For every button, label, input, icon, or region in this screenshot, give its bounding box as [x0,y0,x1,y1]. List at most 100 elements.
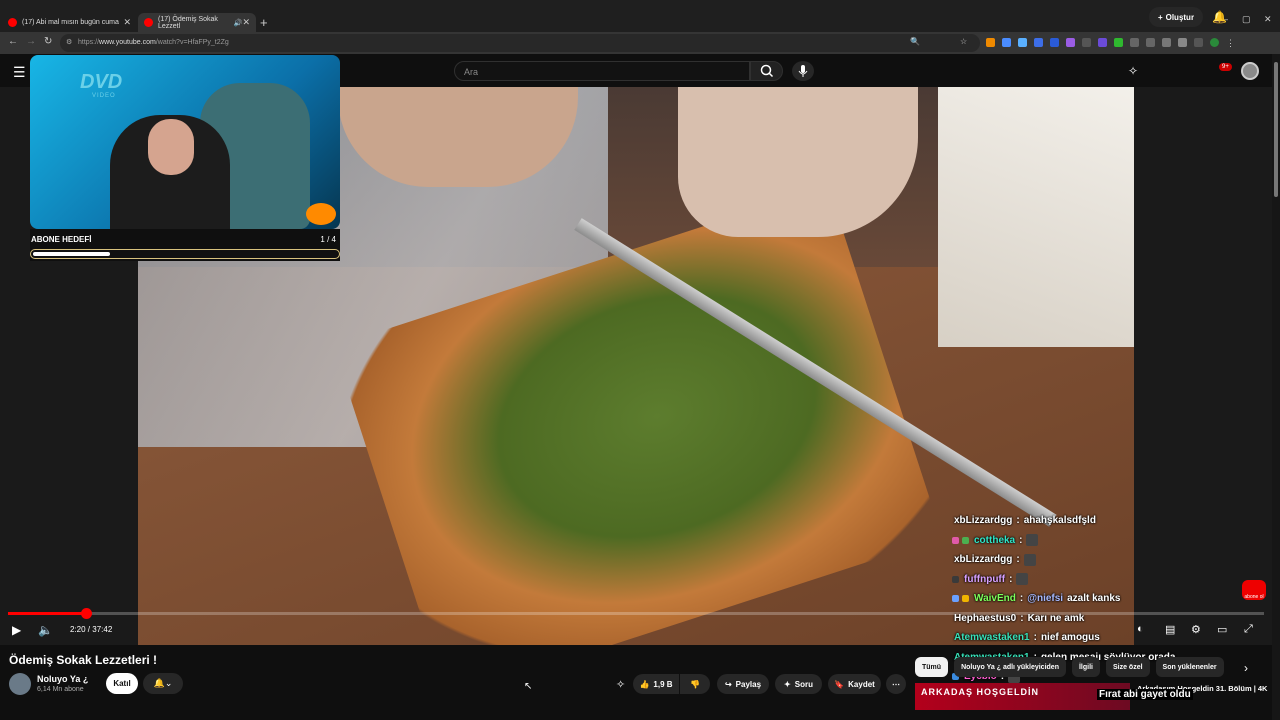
filter-chip[interactable]: Tümü [915,657,949,677]
url-bar[interactable]: ⚙ https://www.youtube.com/watch?v=HfaFPy… [60,34,980,52]
tab-close-icon[interactable]: ✕ [242,17,250,28]
like-button[interactable]: 👍 1,9 B [633,674,679,694]
chat-separator: : [1009,573,1013,585]
chat-separator: : [1019,593,1024,605]
extension-icon[interactable] [1082,38,1091,47]
new-tab-icon[interactable]: + [260,15,268,30]
channel-name[interactable]: Noluyo Ya ¿ [37,674,88,684]
extension-icon[interactable] [986,38,995,47]
search-placeholder: Ara [464,67,479,77]
chat-separator: : [1019,534,1023,546]
extension-icon[interactable] [1050,38,1059,47]
more-actions-button[interactable]: ⋯ [886,674,906,694]
search-icon [760,64,774,78]
speaker-icon[interactable]: 🔊 [234,19,243,27]
progress-scrubber[interactable] [80,608,92,619]
extension-icon[interactable] [1146,38,1155,47]
forward-icon[interactable]: → [26,36,36,47]
scroll-thumb[interactable] [1274,62,1278,197]
browser-tab-bar: (17) Abi mal mısın bugün cuma ✕ (17) Öde… [0,0,1280,32]
chat-username: WaivEnd [974,593,1016,605]
thanks-icon[interactable]: ✧ [616,678,625,691]
extension-icon[interactable] [1034,38,1043,47]
extension-icon[interactable] [1098,38,1107,47]
subscribe-watermark[interactable]: abone ol [1242,580,1266,600]
extension-icon[interactable] [1018,38,1027,47]
create-label: Oluştur [1165,12,1195,22]
extension-icon[interactable] [1130,38,1139,47]
filter-chip[interactable]: İlgili [1071,657,1100,677]
settings-gear-icon[interactable]: ⚙ [1191,623,1201,636]
downloads-icon[interactable] [1194,38,1203,47]
notifications-bell-icon[interactable]: 🔔 [1212,10,1227,24]
extension-icon[interactable] [1114,38,1123,47]
youtube-favicon-icon [8,18,17,27]
subscriber-count: 6,14 Mn abone [37,686,84,693]
filter-chip[interactable]: Son yüklenenler [1155,657,1224,677]
extension-icon[interactable] [1002,38,1011,47]
maximize-icon[interactable]: ▢ [1242,14,1251,25]
chat-emote-icon [1023,553,1036,566]
chat-username: fuffnpuff [964,573,1006,585]
notification-settings-button[interactable]: 🔔 ⌄ [143,673,183,694]
dislike-button[interactable]: 👎 [680,674,710,694]
gift-icon[interactable]: ✧ [1128,64,1138,78]
streamer-head [148,119,194,175]
chat-username: cottheka [974,534,1016,546]
chat-message: fuffnpuff: [952,570,1272,590]
user-avatar[interactable] [1241,62,1259,80]
dvd-logo-sub: VIDEO [92,93,116,99]
subtitles-icon[interactable]: ▤ [1165,623,1175,636]
browser-menu-icon[interactable]: ⋮ [1226,38,1235,49]
voice-search-button[interactable] [792,61,814,81]
profile-icon[interactable] [1210,38,1219,47]
fullscreen-icon[interactable]: ⤢ [1244,623,1253,636]
window-close-icon[interactable]: ✕ [1264,14,1272,25]
back-icon[interactable]: ← [8,36,18,47]
goal-label: ABONE HEDEFİ [31,235,92,244]
like-count: 1,9 B [653,679,673,689]
join-button[interactable]: Katıl [106,673,138,694]
filter-chip[interactable]: Size özel [1105,657,1150,677]
duration: 37:42 [92,625,113,634]
page-scrollbar[interactable] [1272,54,1280,720]
progress-bar[interactable] [8,608,1264,619]
browser-tab[interactable]: (17) Abi mal mısın bugün cuma ✕ [2,13,137,32]
filter-chip[interactable]: Noluyo Ya ¿ adlı yükleyiciden [954,657,1066,677]
share-button[interactable]: ↪ Paylaş [717,674,769,694]
microphone-icon [798,65,808,77]
miniplayer-icon[interactable]: ▭ [1217,623,1227,636]
ask-label: Soru [794,679,813,689]
browser-tab-active[interactable]: (17) Ödemiş Sokak Lezzetl 🔊 ✕ [138,13,256,32]
extension-icon[interactable] [1162,38,1171,47]
chat-text: ahahşkalsdfşld [1023,515,1096,527]
create-button[interactable]: + Oluştur [1149,7,1203,27]
search-button[interactable] [750,61,783,81]
search-input[interactable]: Ara [454,61,750,81]
current-time: 2:20 [70,625,86,634]
save-label: Kaydet [848,679,875,689]
chat-message: cottheka: [952,531,1272,551]
bookmark-icon: 🔖 [834,679,845,689]
site-info-icon[interactable]: ⚙ [66,38,72,46]
chevron-right-icon[interactable]: › [1244,661,1248,675]
zoom-icon[interactable]: 🔍 [910,37,920,46]
tab-close-icon[interactable]: ✕ [123,17,131,28]
share-label: Paylaş [735,679,762,689]
hand [678,87,918,237]
extensions-puzzle-icon[interactable] [1178,38,1187,47]
channel-avatar[interactable] [9,673,31,695]
url-text[interactable]: https://www.youtube.com/watch?v=HfaFPy_t… [78,39,229,46]
progress-bar-played [8,612,86,615]
hamburger-menu-icon[interactable]: ☰ [13,64,26,81]
chat-username: xbLizzardgg [954,515,1013,527]
volume-icon[interactable]: 🔈 [38,623,53,637]
reload-icon[interactable]: ↻ [44,36,52,47]
bookmark-star-icon[interactable]: ☆ [960,37,967,46]
extension-icon[interactable] [1066,38,1075,47]
ask-button[interactable]: ✦ Soru [775,674,822,694]
plus-icon: + [1157,12,1163,22]
play-icon[interactable]: ▶ [12,623,21,637]
save-button[interactable]: 🔖 Kaydet [828,674,881,694]
autoplay-toggle-icon[interactable]: ◐ [1137,623,1144,635]
